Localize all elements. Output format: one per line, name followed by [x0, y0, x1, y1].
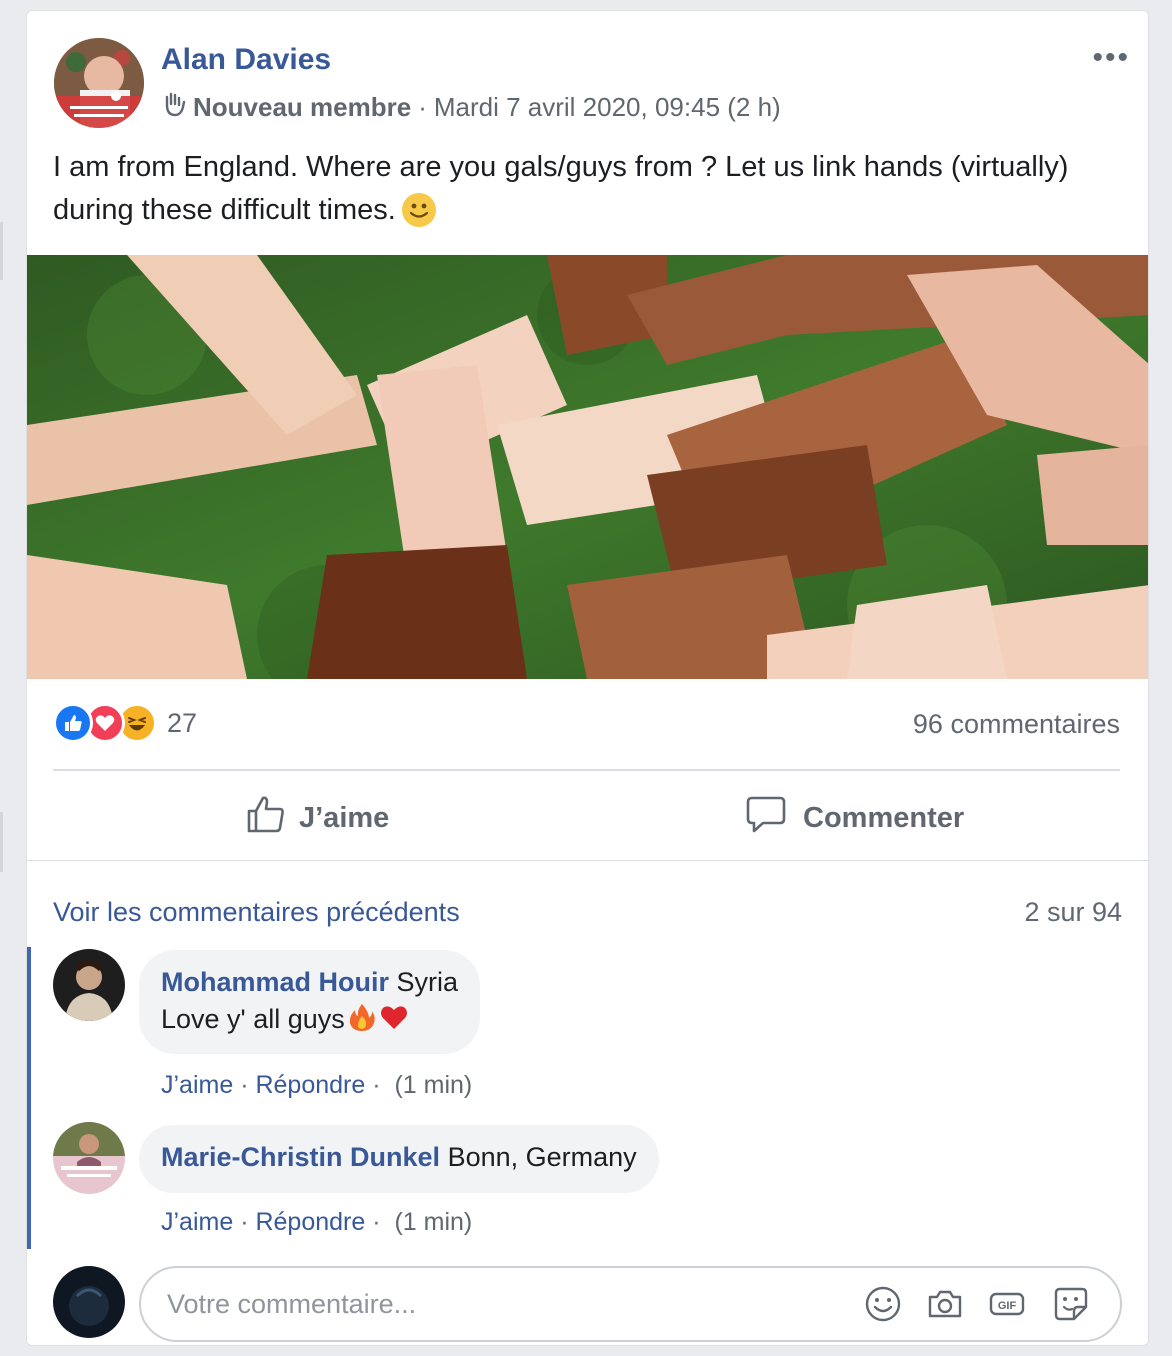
view-previous-comments-link[interactable]: Voir les commentaires précédents: [53, 897, 460, 928]
left-edge-mark: [0, 812, 3, 872]
post-card: Alan Davies Nouveau membre · Mardi 7 avr…: [26, 10, 1149, 1346]
like-reaction-icon: [53, 703, 93, 743]
commenter-avatar[interactable]: [53, 1122, 125, 1194]
emoji-icon[interactable]: [863, 1284, 903, 1324]
comments-pager: 2 sur 94: [1024, 897, 1122, 927]
post-text: I am from England. Where are you gals/gu…: [53, 146, 1113, 232]
reaction-count[interactable]: 27: [167, 708, 197, 739]
comment-button[interactable]: Commenter: [745, 793, 964, 843]
thread-indicator: [27, 947, 31, 1249]
svg-text:GIF: GIF: [998, 1300, 1017, 1312]
comment-bubble: Mohammad Houir Syria Love y' all guys: [139, 950, 481, 1054]
comment-time[interactable]: (1 min): [394, 1208, 472, 1236]
comment-time[interactable]: (1 min): [394, 1071, 472, 1099]
member-badge[interactable]: Nouveau membre: [193, 92, 411, 123]
comment-bubble: Marie-Christin Dunkel Bonn, Germany: [139, 1125, 659, 1193]
comment-actions: J’aime · Répondre · (1 min): [161, 1071, 473, 1099]
comment-text: Love y' all guys: [161, 1004, 345, 1034]
reactions-summary[interactable]: 27: [53, 703, 197, 743]
stats-divider: [53, 769, 1120, 771]
smiley-emoji: [401, 193, 436, 227]
comment-count[interactable]: 96 commentaires: [913, 709, 1120, 740]
comment-author[interactable]: Marie-Christin Dunkel: [161, 1142, 440, 1172]
current-user-avatar[interactable]: [53, 1266, 125, 1338]
wave-icon: [161, 91, 187, 124]
comment-input[interactable]: [167, 1284, 827, 1324]
post-photo[interactable]: [27, 255, 1148, 679]
like-button-label: J’aime: [299, 801, 390, 834]
heart-emoji: [379, 1002, 409, 1042]
comment-composer[interactable]: GIF: [139, 1266, 1122, 1342]
comment-reply-link[interactable]: Répondre: [255, 1208, 365, 1236]
comment-like-link[interactable]: J’aime: [161, 1071, 233, 1099]
post-meta: Nouveau membre · Mardi 7 avril 2020, 09:…: [161, 91, 781, 124]
comment-text: Syria: [396, 967, 459, 997]
sticker-icon[interactable]: [1051, 1284, 1091, 1324]
author-name[interactable]: Alan Davies: [161, 43, 331, 77]
speech-bubble-icon: [745, 793, 787, 843]
author-avatar[interactable]: [54, 38, 144, 128]
gif-icon[interactable]: GIF: [987, 1284, 1027, 1324]
comment-like-link[interactable]: J’aime: [161, 1208, 233, 1236]
like-button[interactable]: J’aime: [245, 793, 389, 843]
comment-author[interactable]: Mohammad Houir: [161, 967, 389, 997]
comment-actions: J’aime · Répondre · (1 min): [161, 1208, 473, 1236]
post-timestamp[interactable]: Mardi 7 avril 2020, 09:45 (2 h): [434, 92, 781, 123]
more-options-icon[interactable]: •••: [1092, 41, 1130, 75]
fire-emoji: [347, 1002, 377, 1042]
comment-button-label: Commenter: [803, 801, 965, 834]
comments-section: Voir les commentaires précédents 2 sur 9…: [27, 860, 1148, 1345]
comment-reply-link[interactable]: Répondre: [255, 1071, 365, 1099]
commenter-avatar[interactable]: [53, 949, 125, 1021]
post-body: I am from England. Where are you gals/gu…: [53, 151, 1069, 226]
thumbs-up-icon: [245, 793, 287, 843]
left-edge-mark: [0, 222, 3, 280]
comment-text: Bonn, Germany: [447, 1142, 637, 1172]
camera-icon[interactable]: [925, 1284, 965, 1324]
meta-separator: ·: [418, 92, 427, 122]
